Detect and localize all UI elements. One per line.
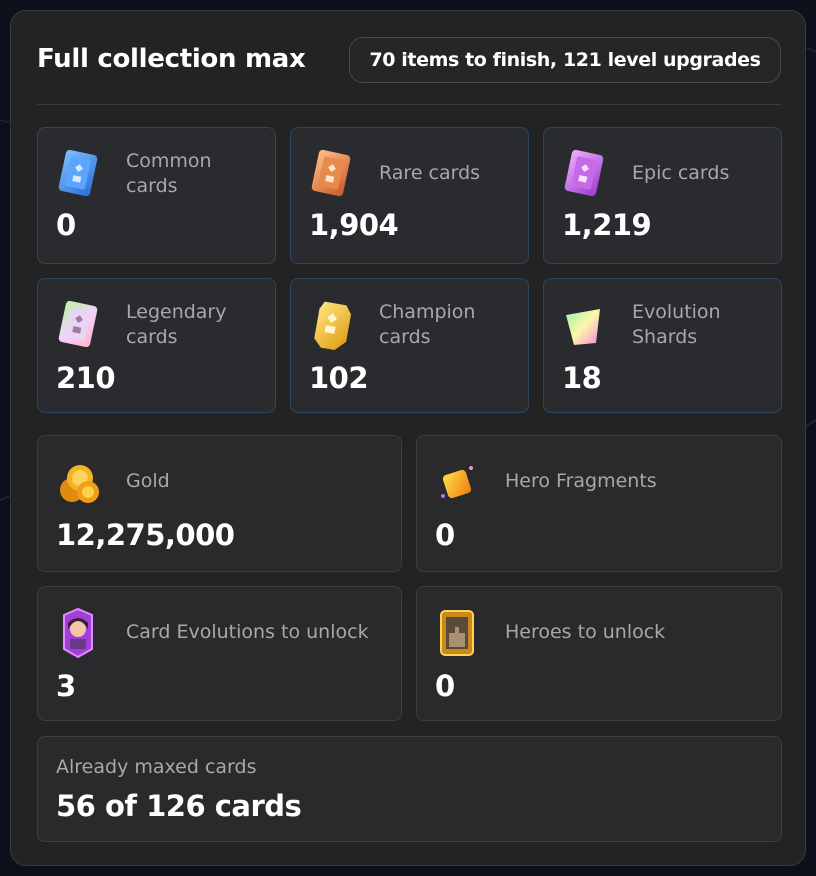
gold-coins-icon [60,465,99,503]
item-value: 18 [562,361,602,395]
legendary-cards-tile[interactable]: Legendary cards 210 [37,278,276,413]
item-value: 3 [56,669,76,703]
item-label: Champion cards [379,301,476,348]
rare-card-icon [311,149,351,197]
hero-fragment-icon [441,466,473,499]
item-label: Legendary cards [126,301,227,348]
epic-card-icon [564,149,604,197]
champion-card-icon [314,301,351,351]
collection-panel: Full collection max 70 items to finish, … [10,10,806,866]
item-label: Common cards [126,150,212,197]
item-value: 210 [56,361,116,395]
evolution-shard-icon [566,309,600,345]
champion-cards-tile[interactable]: Champion cards 102 [290,278,529,413]
item-value: 0 [435,518,455,552]
item-label: Hero Fragments [505,470,657,492]
item-label: Evolution Shards [632,301,721,348]
evolution-shards-tile[interactable]: Evolution Shards 18 [543,278,782,413]
divider [37,104,781,105]
heroes-tile[interactable]: Heroes to unlock 0 [416,586,782,721]
item-value: 1,219 [562,208,652,242]
legendary-card-icon [58,300,98,348]
item-value: 12,275,000 [56,518,235,552]
common-card-icon [58,149,98,197]
hero-card-icon [440,610,474,656]
summary-badge: 70 items to finish, 121 level upgrades [349,37,781,83]
item-value: 102 [309,361,369,395]
rare-cards-tile[interactable]: Rare cards 1,904 [290,127,529,264]
item-value: 0 [56,208,76,242]
common-cards-tile[interactable]: Common cards 0 [37,127,276,264]
item-value: 1,904 [309,208,399,242]
item-label: Heroes to unlock [505,621,666,643]
card-evolution-icon [63,607,93,659]
item-label: Epic cards [632,162,730,184]
gold-tile[interactable]: Gold 12,275,000 [37,435,402,572]
item-label: Gold [126,470,170,492]
card-evolutions-tile[interactable]: Card Evolutions to unlock 3 [37,586,402,721]
epic-cards-tile[interactable]: Epic cards 1,219 [543,127,782,264]
maxed-label: Already maxed cards [56,756,257,778]
page-title: Full collection max [37,44,306,74]
item-label: Rare cards [379,162,481,184]
hero-fragments-tile[interactable]: Hero Fragments 0 [416,435,782,572]
item-label: Card Evolutions to unlock [126,621,369,643]
maxed-cards-tile[interactable]: Already maxed cards 56 of 126 cards [37,736,782,842]
maxed-value: 56 of 126 cards [56,789,302,823]
item-value: 0 [435,669,455,703]
